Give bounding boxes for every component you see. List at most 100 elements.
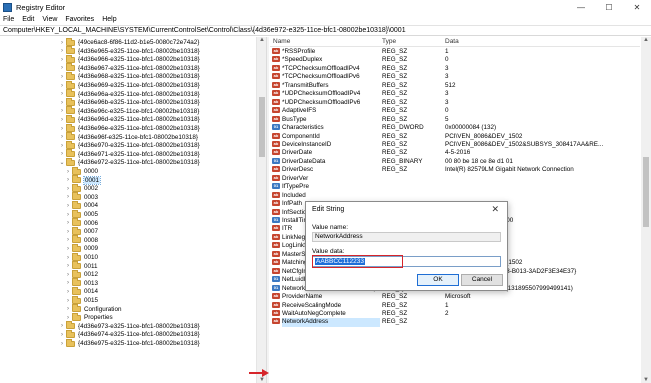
expand-icon[interactable]: ›	[64, 263, 72, 269]
expand-icon[interactable]: ›	[64, 246, 72, 252]
value-row[interactable]: ab WaitAutoNegComplete REG_SZ 2	[270, 309, 640, 318]
expand-icon[interactable]: ›	[58, 40, 66, 46]
value-row[interactable]: ab *TCPChecksumOffloadIPv4 REG_SZ 3	[270, 64, 640, 73]
ok-button[interactable]: OK	[417, 274, 459, 286]
collapse-icon[interactable]: ⌄	[58, 159, 66, 166]
expand-icon[interactable]: ›	[64, 220, 72, 226]
tree-node-label: 0003	[84, 193, 99, 201]
expand-icon[interactable]: ›	[58, 74, 66, 80]
expand-icon[interactable]: ›	[64, 229, 72, 235]
value-row[interactable]: ab ProviderName REG_SZ Microsoft	[270, 293, 640, 301]
column-header-data[interactable]: Data	[445, 37, 459, 46]
tree-node-label: {4d36e973-e325-11ce-bfc1-08002be10318}	[78, 322, 200, 330]
tree-node-label: Properties	[84, 314, 113, 322]
scroll-down-icon[interactable]: ▼	[641, 377, 651, 383]
value-row[interactable]: 01 Characteristics REG_DWORD 0x00000084 (13…	[270, 124, 640, 132]
value-row[interactable]: ab AdaptiveIFS REG_SZ 0	[270, 107, 640, 115]
expand-icon[interactable]: ›	[64, 280, 72, 286]
value-row[interactable]: ab *RSSProfile REG_SZ 1	[270, 48, 640, 56]
value-name: *TCPChecksumOffloadIPv6	[282, 73, 360, 81]
expand-icon[interactable]: ›	[58, 65, 66, 71]
expand-icon[interactable]: ›	[64, 194, 72, 200]
key-tree[interactable]: › {49ce6ac8-6f86-11d2-b1e5-0080c72e74a2} ›…	[0, 37, 268, 383]
tree-node-label: {4d36e96b-e325-11ce-bfc1-08002be10318}	[78, 99, 200, 107]
value-data: 3	[445, 73, 449, 81]
value-row[interactable]: ab Included	[270, 191, 640, 200]
value-row[interactable]: ab ComponentId REG_SZ PCI\VEN_8086&DEV_1502	[270, 132, 640, 141]
expand-icon[interactable]: ›	[64, 169, 72, 175]
folder-icon	[66, 157, 75, 166]
list-scroll-thumb[interactable]	[643, 157, 649, 227]
expand-icon[interactable]: ›	[58, 91, 66, 97]
expand-icon[interactable]: ›	[58, 48, 66, 54]
expand-icon[interactable]: ›	[58, 57, 66, 63]
expand-icon[interactable]: ›	[58, 323, 66, 329]
tree-node[interactable]: › {4d36e975-e325-11ce-bfc1-08002be10318}	[58, 338, 200, 348]
expand-icon[interactable]: ›	[58, 108, 66, 114]
menu-help[interactable]: Help	[102, 16, 116, 23]
value-row[interactable]: ab DeviceInstanceID REG_SZ PCI\VEN_8086&DEV…	[270, 140, 640, 149]
expand-icon[interactable]: ›	[58, 126, 66, 132]
expand-icon[interactable]: ›	[64, 237, 72, 243]
expand-icon[interactable]: ›	[58, 341, 66, 347]
scroll-up-icon[interactable]: ▲	[641, 37, 651, 43]
value-row[interactable]: ab NetworkAddress REG_SZ	[270, 318, 640, 327]
maximize-button[interactable]: ☐	[595, 0, 623, 14]
cancel-button[interactable]: Cancel	[461, 274, 503, 286]
expand-icon[interactable]: ›	[64, 298, 72, 304]
value-row[interactable]: ab DriverDate REG_SZ 4-5-2016	[270, 149, 640, 157]
value-data: 3	[445, 90, 449, 98]
expand-icon[interactable]: ›	[58, 332, 66, 338]
close-button[interactable]: ✕	[623, 0, 651, 14]
expand-icon[interactable]: ›	[64, 272, 72, 278]
expand-icon[interactable]: ›	[64, 177, 72, 183]
folder-icon	[72, 269, 81, 278]
menu-favorites[interactable]: Favorites	[65, 16, 94, 23]
expand-icon[interactable]: ›	[64, 315, 72, 321]
expand-icon[interactable]: ›	[58, 117, 66, 123]
list-scrollbar[interactable]: ▲ ▼	[641, 37, 651, 383]
expand-icon[interactable]: ›	[64, 203, 72, 209]
expand-icon[interactable]: ›	[64, 306, 72, 312]
tree-scroll-thumb[interactable]	[259, 97, 265, 157]
value-name: Included	[282, 191, 306, 199]
string-value-icon: ab	[272, 64, 280, 71]
value-row[interactable]: ab *UDPChecksumOffloadIPv4 REG_SZ 3	[270, 90, 640, 98]
value-row[interactable]: ab *TransmitBuffers REG_SZ 512	[270, 81, 640, 90]
value-row[interactable]: ab DriverVer	[270, 174, 640, 183]
value-row[interactable]: ab *SpeedDuplex REG_SZ 0	[270, 56, 640, 64]
expand-icon[interactable]: ›	[58, 143, 66, 149]
minimize-button[interactable]: —	[567, 0, 595, 14]
pane-splitter[interactable]	[266, 37, 269, 383]
expand-icon[interactable]: ›	[58, 100, 66, 106]
expand-icon[interactable]: ›	[64, 289, 72, 295]
tree-scrollbar[interactable]: ▲ ▼	[256, 37, 266, 383]
menu-edit[interactable]: Edit	[22, 16, 34, 23]
expand-icon[interactable]: ›	[64, 255, 72, 261]
string-value-icon: ab	[272, 309, 280, 316]
expand-icon[interactable]: ›	[58, 134, 66, 140]
tree-node-label: {4d36e96f-e325-11ce-bfc1-08002be10318}	[78, 133, 198, 141]
string-value-icon: ab	[272, 90, 280, 97]
value-row[interactable]: ab ReceiveScalingMode REG_SZ 1	[270, 301, 640, 310]
value-row[interactable]: ab *TCPChecksumOffloadIPv6 REG_SZ 3	[270, 73, 640, 81]
column-header-type[interactable]: Type	[382, 37, 396, 46]
tree-node-label: {4d36e975-e325-11ce-bfc1-08002be10318}	[78, 340, 200, 347]
address-bar[interactable]: Computer\HKEY_LOCAL_MACHINE\SYSTEM\Curre…	[0, 25, 651, 36]
value-row[interactable]: 01 DriverDateData REG_BINARY 00 80 be 18 ce…	[270, 157, 640, 166]
value-row[interactable]: ab *UDPChecksumOffloadIPv6 REG_SZ 3	[270, 98, 640, 107]
expand-icon[interactable]: ›	[64, 212, 72, 218]
value-row[interactable]: ab BusType REG_SZ 5	[270, 115, 640, 124]
folder-icon	[66, 149, 75, 158]
menu-file[interactable]: File	[3, 16, 14, 23]
expand-icon[interactable]: ›	[58, 83, 66, 89]
column-header-name[interactable]: Name	[273, 37, 290, 46]
value-row[interactable]: ab DriverDesc REG_SZ Intel(R) 82579LM Gigab…	[270, 166, 640, 174]
folder-icon	[66, 46, 75, 55]
dialog-close-icon[interactable]: ✕	[491, 204, 499, 215]
expand-icon[interactable]: ›	[64, 186, 72, 192]
value-data: PCI\VEN_8086&DEV_1502&SUBSYS_308417AA&RE…	[445, 140, 604, 148]
expand-icon[interactable]: ›	[58, 151, 66, 157]
value-row[interactable]: 01 IfTypePre	[270, 183, 640, 191]
menu-view[interactable]: View	[42, 16, 57, 23]
